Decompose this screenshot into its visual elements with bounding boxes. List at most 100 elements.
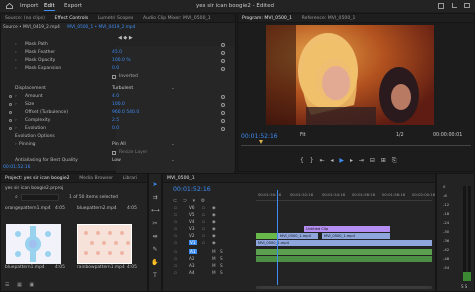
lock-icon[interactable]: ▫ bbox=[174, 240, 177, 245]
reset-icon[interactable] bbox=[221, 43, 225, 47]
step-forward-icon[interactable]: ▸ bbox=[350, 157, 355, 164]
solo-icon[interactable]: S bbox=[220, 270, 223, 275]
tab-audio-clip-mixer[interactable]: Audio Clip Mixer: MVI_0500_1 bbox=[139, 14, 215, 22]
ripple-edit-tool-icon[interactable]: ⟷ bbox=[151, 207, 160, 215]
hand-tool-icon[interactable]: ✋ bbox=[151, 259, 159, 267]
go-to-out-icon[interactable]: ⇥ bbox=[359, 157, 366, 164]
stopwatch-icon[interactable] bbox=[9, 95, 12, 98]
eye-icon[interactable]: ◉ bbox=[212, 205, 216, 210]
audio-clip-a1[interactable] bbox=[256, 249, 432, 255]
lift-icon[interactable]: ⊟ bbox=[370, 157, 377, 164]
razor-tool-icon[interactable]: ✂ bbox=[151, 220, 159, 228]
settings-icon[interactable]: ⚙ bbox=[201, 198, 207, 204]
linked-selection-icon[interactable]: ⊃ bbox=[183, 198, 189, 204]
mark-out-icon[interactable]: } bbox=[310, 157, 316, 164]
sync-lock-icon[interactable]: ▫ bbox=[202, 226, 205, 231]
lock-icon[interactable]: ▫ bbox=[174, 263, 177, 268]
chevron-down-icon[interactable]: ⌄ bbox=[171, 157, 175, 165]
type-tool-icon[interactable]: T bbox=[151, 272, 159, 280]
solo-buttons[interactable]: S S bbox=[461, 284, 467, 289]
mark-in-icon[interactable]: { bbox=[300, 157, 306, 164]
pen-tool-icon[interactable]: ✎ bbox=[151, 246, 159, 254]
source-clip-label[interactable]: Source • MVI_0419_2.mp4 bbox=[3, 25, 60, 30]
stopwatch-icon[interactable] bbox=[9, 127, 12, 130]
playhead-icon[interactable] bbox=[259, 140, 263, 144]
program-scrubber[interactable] bbox=[241, 142, 471, 146]
clip-v2[interactable]: MVI_0500_1.mp4 bbox=[278, 233, 318, 239]
reset-icon[interactable] bbox=[221, 67, 225, 71]
tab-reference[interactable]: Reference: MVI_0500_1 bbox=[298, 14, 360, 22]
lock-icon[interactable]: ▫ bbox=[174, 233, 177, 238]
mute-icon[interactable]: M bbox=[212, 249, 216, 254]
chevron-down-icon[interactable]: ⌄ bbox=[171, 141, 175, 149]
mute-icon[interactable]: M bbox=[212, 270, 216, 275]
export-frame-icon[interactable]: ⎘ bbox=[392, 157, 399, 164]
audio-clip-a2[interactable] bbox=[256, 256, 432, 262]
play-icon[interactable]: ▶ bbox=[339, 157, 346, 164]
sync-lock-icon[interactable]: ▫ bbox=[202, 233, 205, 238]
reset-icon[interactable] bbox=[221, 111, 225, 115]
lock-icon[interactable]: ▫ bbox=[174, 249, 177, 254]
extract-icon[interactable]: ⊞ bbox=[381, 157, 388, 164]
eye-icon[interactable]: ◉ bbox=[212, 226, 216, 231]
resize-layer-checkbox[interactable] bbox=[112, 151, 116, 155]
lock-icon[interactable]: ▫ bbox=[174, 256, 177, 261]
solo-icon[interactable]: S bbox=[220, 256, 223, 261]
tab-effect-controls[interactable]: Effect Controls bbox=[51, 14, 93, 22]
workspace-icon[interactable] bbox=[438, 3, 444, 9]
project-search-input[interactable] bbox=[21, 194, 59, 201]
thumbnail-bluepattern1[interactable] bbox=[6, 224, 61, 264]
lock-icon[interactable]: ▫ bbox=[174, 270, 177, 275]
sync-lock-icon[interactable]: ▫ bbox=[202, 219, 205, 224]
slip-tool-icon[interactable]: ⇹ bbox=[151, 233, 159, 241]
eye-icon[interactable]: ◉ bbox=[212, 233, 216, 238]
tab-project[interactable]: Project: yes sir ican boogie2 bbox=[1, 174, 74, 182]
reset-icon[interactable] bbox=[221, 51, 225, 55]
snap-icon[interactable]: ⊂ bbox=[173, 198, 179, 204]
stopwatch-icon[interactable] bbox=[9, 103, 12, 106]
timeline-timecode[interactable]: 00:01:52:16 bbox=[173, 186, 211, 193]
stopwatch-icon[interactable] bbox=[9, 111, 12, 114]
thumbnail-rainbowpattern1[interactable] bbox=[77, 224, 132, 264]
mute-icon[interactable]: M bbox=[212, 256, 216, 261]
eye-icon[interactable]: ◉ bbox=[212, 212, 216, 217]
track-select-tool-icon[interactable]: ⇉ bbox=[151, 194, 159, 202]
clip-v1[interactable]: MVI_0500_1.mp4 bbox=[256, 240, 432, 246]
clip-v2b[interactable]: MVI_0500_1.mp4 bbox=[322, 233, 390, 239]
tab-program[interactable]: Program: MVI_0500_1 bbox=[238, 14, 296, 22]
tab-source[interactable]: Source: (no clips) bbox=[1, 14, 49, 22]
list-view-icon[interactable]: ☰ bbox=[5, 282, 12, 288]
tab-lumetri-scopes[interactable]: Lumetri Scopes bbox=[94, 14, 138, 22]
timeline-scrollbar[interactable] bbox=[256, 286, 432, 289]
lock-icon[interactable]: ▫ bbox=[174, 226, 177, 231]
menu-export[interactable]: Export bbox=[64, 3, 82, 9]
lock-icon[interactable]: ▫ bbox=[174, 219, 177, 224]
sync-lock-icon[interactable]: ▫ bbox=[202, 240, 205, 245]
step-back-icon[interactable]: ◂ bbox=[330, 157, 335, 164]
reset-icon[interactable] bbox=[221, 103, 225, 107]
lock-icon[interactable]: ▫ bbox=[174, 212, 177, 217]
mute-icon[interactable]: M bbox=[212, 263, 216, 268]
add-marker-icon[interactable]: ▾ bbox=[193, 198, 198, 204]
menu-edit[interactable]: Edit bbox=[44, 3, 55, 9]
menu-import[interactable]: Import bbox=[20, 3, 38, 9]
eye-icon[interactable]: ◉ bbox=[212, 240, 216, 245]
tab-media-browser[interactable]: Media Browser bbox=[75, 174, 117, 182]
freeform-view-icon[interactable]: ▣ bbox=[29, 282, 37, 288]
reset-icon[interactable] bbox=[221, 119, 225, 123]
solo-icon[interactable]: S bbox=[220, 249, 223, 254]
home-icon[interactable] bbox=[6, 2, 13, 9]
reset-icon[interactable] bbox=[221, 59, 225, 63]
sync-lock-icon[interactable]: ▫ bbox=[202, 205, 205, 210]
sync-lock-icon[interactable]: ▫ bbox=[202, 212, 205, 217]
quality-dropdown[interactable]: 1/2 bbox=[396, 133, 404, 138]
eye-icon[interactable]: ◉ bbox=[212, 219, 216, 224]
solo-icon[interactable]: S bbox=[220, 263, 223, 268]
fullscreen-icon[interactable] bbox=[464, 3, 470, 8]
reset-icon[interactable] bbox=[221, 95, 225, 99]
source-timecode[interactable]: 00:01:52:16 bbox=[3, 165, 30, 170]
playhead-line[interactable] bbox=[277, 190, 278, 285]
stopwatch-icon[interactable] bbox=[9, 119, 12, 122]
fit-dropdown[interactable]: Fit bbox=[300, 133, 306, 138]
program-video-frame[interactable] bbox=[266, 25, 434, 125]
